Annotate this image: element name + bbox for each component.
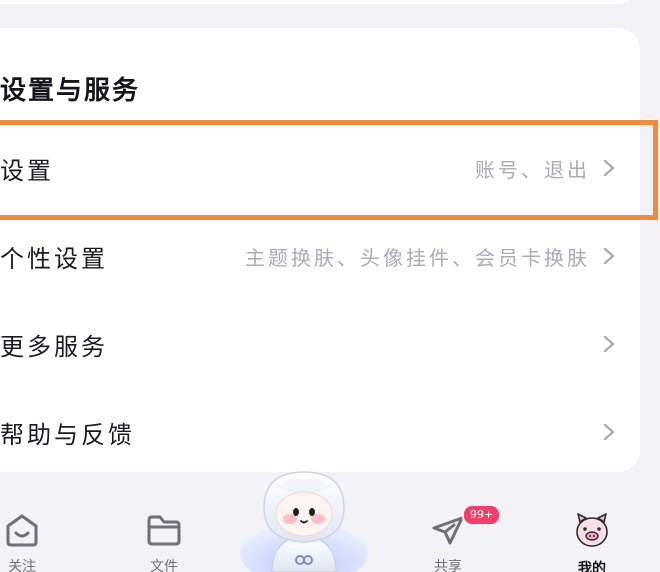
share-badge: 99+ [462,504,502,526]
personalize-row-right: 主题换肤、头像挂件、会员卡换肤 [245,212,620,300]
nav-label-share: 共享 [434,559,462,572]
astronaut-mascot-icon [240,471,368,572]
paper-plane-icon: 99+ [428,504,502,552]
section-title: 设置与服务 [0,76,141,106]
nav-label-mine: 我的 [578,561,606,572]
nav-item-mine[interactable]: 我的 [562,512,622,572]
settings-row-value: 账号、退出 [475,157,590,182]
more-services-row-right [598,300,620,388]
folder-icon [144,512,184,552]
mascot-center-button[interactable] [238,468,370,572]
chevron-right-icon [598,421,620,443]
nav-label-files: 文件 [150,559,178,572]
chevron-right-icon [598,333,620,355]
settings-row-label: 设置 [0,156,54,185]
nav-item-follow[interactable]: 关注 [0,512,52,572]
more-services-row[interactable]: 更多服务 [0,300,640,388]
personalize-row[interactable]: 个性设置 主题换肤、头像挂件、会员卡换肤 [0,212,640,300]
smile-home-icon [2,512,42,552]
personalize-row-value: 主题换肤、头像挂件、会员卡换肤 [245,245,590,270]
help-feedback-row-right [598,388,620,476]
personalize-row-label: 个性设置 [0,244,108,273]
settings-row-right: 账号、退出 [475,124,620,212]
chevron-right-icon [598,157,620,179]
more-services-row-label: 更多服务 [0,332,108,361]
help-feedback-row[interactable]: 帮助与反馈 [0,388,640,476]
chevron-right-icon [598,245,620,267]
nav-item-share[interactable]: 99+ 共享 [418,504,502,572]
help-feedback-row-label: 帮助与反馈 [0,420,135,449]
settings-row[interactable]: 设置 账号、退出 [0,124,640,212]
pig-avatar-icon [572,512,612,554]
nav-item-files[interactable]: 文件 [134,512,194,572]
top-card-remnant [0,0,640,4]
nav-label-follow: 关注 [8,559,36,572]
